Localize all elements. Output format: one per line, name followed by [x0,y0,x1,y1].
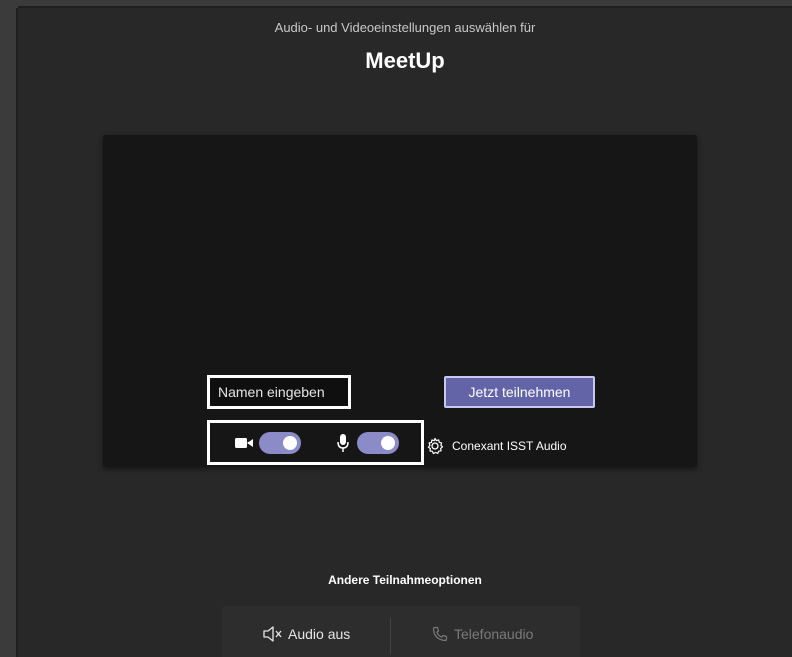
join-now-button[interactable]: Jetzt teilnehmen [444,376,595,408]
audio-toggle[interactable] [357,432,399,454]
gear-icon[interactable] [426,437,444,455]
video-preview: Jetzt teilnehmen Conexant ISST Audio [103,135,697,467]
phone-icon [432,626,448,642]
audio-toggle-knob [381,436,395,450]
options-divider [390,618,391,654]
camera-icon [235,438,253,448]
phone-audio-option[interactable]: Telefonaudio [432,626,533,642]
name-input[interactable] [210,378,348,406]
other-options-heading: Andere Teilnahmeoptionen [328,573,482,587]
device-toggles-highlight [207,420,424,465]
audio-off-option[interactable]: Audio aus [262,626,350,642]
phone-audio-label: Telefonaudio [454,626,534,642]
meeting-title: MeetUp [365,48,445,73]
speaker-mute-icon [263,626,282,642]
microphone-icon [337,434,349,452]
video-toggle[interactable] [259,432,301,454]
audio-device-label[interactable]: Conexant ISST Audio [452,439,567,453]
join-options-bar: Audio aus Telefonaudio [222,606,580,657]
audio-off-label: Audio aus [288,626,351,642]
name-field-highlight [207,375,351,409]
setup-subtitle: Audio- und Videoeinstellungen auswählen … [274,20,536,35]
join-window: Audio- und Videoeinstellungen auswählen … [18,8,792,657]
video-toggle-knob [283,436,297,450]
